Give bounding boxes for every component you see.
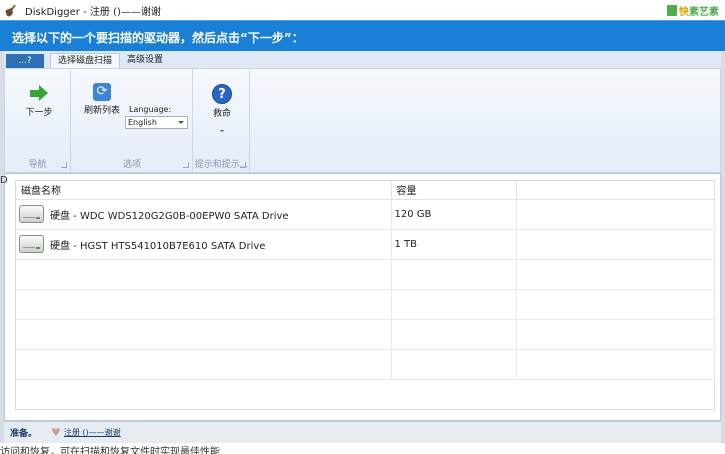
drive-name: 硬盘 - HGST HTS541010B7E610 SATA Drive	[50, 240, 266, 252]
banner-text: 选择以下的一个要扫描的驱动器，然后点击“下一步”：	[12, 31, 304, 45]
refresh-list-button[interactable]: ⟳ 刷新列表	[82, 83, 122, 116]
empty-cell	[516, 199, 715, 230]
register-link[interactable]: 注册 ()——谢谢	[64, 427, 121, 438]
drive-capacity: 1 TB	[391, 229, 517, 260]
tab-select-disk[interactable]: 选择磁盘扫描	[50, 53, 121, 68]
table-header-row: 磁盘名称 容量	[16, 181, 715, 200]
empty-row	[16, 349, 715, 380]
help-icon: ?	[212, 84, 232, 104]
main-content: 磁盘名称 容量 硬盘 - WDC WDS120G2G0B-00EPW0 SATA…	[4, 173, 721, 421]
drive-cell: 硬盘 - WDC WDS120G2G0B-00EPW0 SATA Drive	[19, 205, 390, 223]
empty-cell	[516, 229, 715, 260]
ribbon-group-nav: 下一步 导航	[5, 69, 71, 172]
help-button-label: 救命	[212, 109, 231, 119]
hard-drive-icon	[19, 205, 44, 223]
next-button[interactable]: 下一步	[19, 85, 59, 118]
column-header-empty[interactable]	[516, 181, 715, 200]
dialog-launcher-icon[interactable]	[240, 162, 246, 168]
next-button-label: 下一步	[25, 108, 53, 118]
chevron-down-icon[interactable]	[220, 130, 224, 132]
shovel-icon	[5, 3, 20, 17]
language-select-value: English	[128, 118, 157, 127]
window-title: DiskDigger - 注册 ()——谢谢	[25, 6, 161, 18]
watermark-text-b: 素艺素	[689, 7, 719, 18]
empty-row	[16, 319, 715, 350]
ribbon-group-options: ⟳ 刷新列表 Language: English 选项	[72, 69, 193, 172]
watermark-icon	[667, 5, 677, 16]
column-header-disk-name[interactable]: 磁盘名称	[16, 181, 392, 200]
drive-name: 硬盘 - WDC WDS120G2G0B-00EPW0 SATA Drive	[50, 210, 289, 222]
group-label-options: 选项	[122, 160, 141, 170]
green-arrow-icon	[29, 85, 49, 101]
hard-drive-icon	[19, 235, 44, 253]
drive-capacity: 120 GB	[391, 199, 517, 230]
column-header-capacity[interactable]: 容量	[391, 181, 517, 200]
status-text: 准备。	[10, 429, 38, 439]
table-row[interactable]: 硬盘 - WDC WDS120G2G0B-00EPW0 SATA Drive 1…	[16, 199, 715, 230]
heart-icon: ♥	[51, 426, 61, 439]
drive-list[interactable]: 磁盘名称 容量 硬盘 - WDC WDS120G2G0B-00EPW0 SATA…	[15, 180, 715, 410]
window-right-edge	[721, 51, 725, 443]
help-button[interactable]: ? 救命	[202, 84, 242, 119]
ribbon-tab-bar: ...? 选择磁盘扫描 高级设置	[4, 51, 721, 68]
language-label: Language:	[129, 105, 172, 114]
chevron-down-icon	[178, 121, 184, 124]
title-bar[interactable]: DiskDigger - 注册 ()——谢谢 快 素艺素	[0, 0, 725, 20]
tab-advanced-settings[interactable]: 高级设置	[120, 53, 170, 68]
dialog-launcher-icon[interactable]	[183, 162, 189, 168]
background-text-fragment: D	[0, 175, 8, 186]
language-select[interactable]: English	[125, 116, 188, 129]
empty-row	[16, 289, 715, 320]
empty-row	[16, 259, 715, 290]
table-row[interactable]: 硬盘 - HGST HTS541010B7E610 SATA Drive 1 T…	[16, 229, 715, 260]
ribbon-group-help: ? 救命 提示和提示...	[194, 69, 250, 172]
ribbon-panel: 下一步 导航 ⟳ 刷新列表 Language: English 选项 ? 救命 …	[4, 68, 721, 173]
background-text-fragment: 访问和恢复，可在扫描和恢复文件时实现最佳性能	[0, 447, 220, 454]
drive-cell: 硬盘 - HGST HTS541010B7E610 SATA Drive	[19, 235, 390, 253]
instruction-banner: 选择以下的一个要扫描的驱动器，然后点击“下一步”：	[0, 20, 725, 51]
status-bar: 准备。 ♥ 注册 ()——谢谢	[4, 421, 721, 443]
dialog-launcher-icon[interactable]	[61, 162, 67, 168]
refresh-list-label: 刷新列表	[83, 106, 120, 116]
app-menu-button[interactable]: ...?	[6, 54, 44, 68]
watermark-logo: 快 素艺素	[667, 3, 719, 18]
watermark-text-a: 快	[679, 7, 689, 18]
refresh-icon: ⟳	[93, 83, 111, 101]
